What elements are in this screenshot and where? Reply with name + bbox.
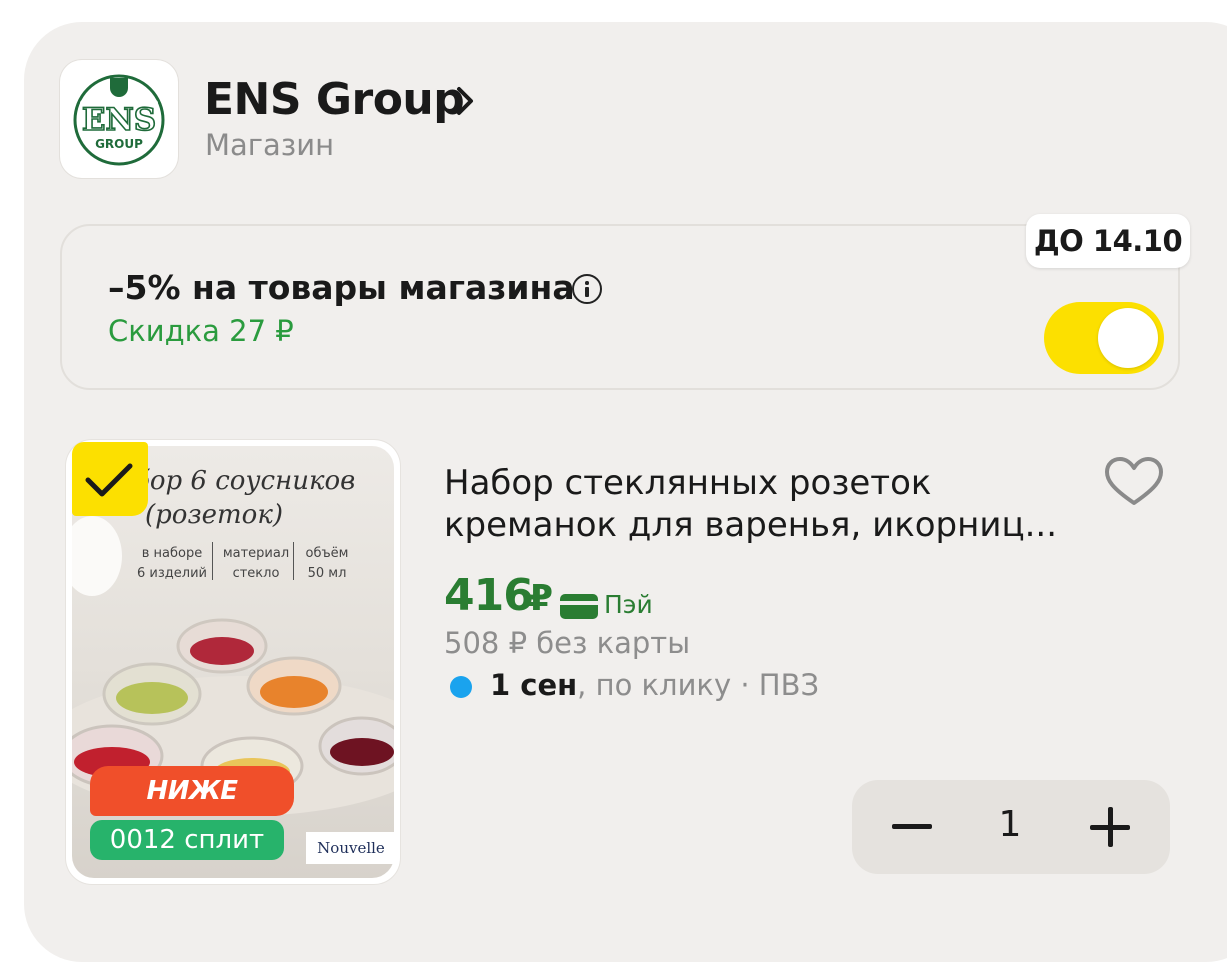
plus-icon[interactable] bbox=[1090, 807, 1130, 847]
deadline-badge: ДО 14.10 bbox=[1026, 214, 1190, 268]
promo-discount: Скидка 27 ₽ bbox=[108, 314, 294, 348]
promo-banner bbox=[60, 224, 1180, 390]
delivery-info: 1 сен, по клику · ПВЗ bbox=[490, 668, 819, 702]
delivery-method: , по клику · ПВЗ bbox=[577, 668, 820, 702]
delivery-dot bbox=[450, 676, 472, 698]
heart-icon[interactable] bbox=[1102, 456, 1166, 508]
svg-text:GROUP: GROUP bbox=[95, 137, 143, 151]
toggle-knob bbox=[1098, 308, 1158, 368]
spec-value: стекло bbox=[232, 566, 280, 581]
spec-label: материал bbox=[222, 546, 290, 561]
minus-icon[interactable] bbox=[892, 824, 932, 829]
product-title[interactable]: Набор стеклянных розеток креманок для ва… bbox=[444, 462, 1084, 546]
price-without-card: 508 ₽ без карты bbox=[444, 626, 691, 660]
image-spec: в наборе 6 изделий bbox=[132, 544, 212, 584]
spec-label: объём bbox=[305, 546, 349, 561]
info-icon[interactable] bbox=[572, 274, 602, 304]
pay-label: Пэй bbox=[604, 590, 653, 619]
image-spec: объём 50 мл bbox=[287, 544, 367, 584]
card-icon bbox=[560, 594, 598, 619]
spec-label: в наборе bbox=[141, 546, 203, 561]
promo-title: –5% на товары магазина bbox=[108, 268, 575, 307]
promo-toggle[interactable] bbox=[1044, 302, 1164, 374]
image-spec: материал стекло bbox=[216, 544, 296, 584]
below-market-badge: НИЖЕ РЫНКА bbox=[90, 766, 294, 856]
shop-type: Магазин bbox=[205, 128, 335, 162]
image-brand: Nouvelle bbox=[306, 832, 396, 864]
svg-text:ENS: ENS bbox=[82, 102, 156, 138]
quantity-value: 1 bbox=[998, 804, 1022, 845]
product-price: 416 bbox=[444, 570, 534, 621]
price-currency: ₽ bbox=[528, 578, 554, 619]
chevron-right-icon[interactable] bbox=[455, 84, 477, 118]
checkmark-icon bbox=[85, 463, 133, 497]
spec-divider bbox=[212, 542, 213, 580]
shop-logo[interactable]: ENS GROUP bbox=[60, 60, 178, 178]
select-checkbox[interactable] bbox=[72, 442, 148, 516]
shop-name[interactable]: ENS Group bbox=[204, 74, 465, 125]
delivery-date: 1 сен bbox=[490, 668, 578, 702]
split-badge: 0012 сплит bbox=[90, 820, 284, 860]
spec-value: 50 мл bbox=[307, 566, 347, 581]
spec-value: 6 изделий bbox=[137, 566, 207, 581]
